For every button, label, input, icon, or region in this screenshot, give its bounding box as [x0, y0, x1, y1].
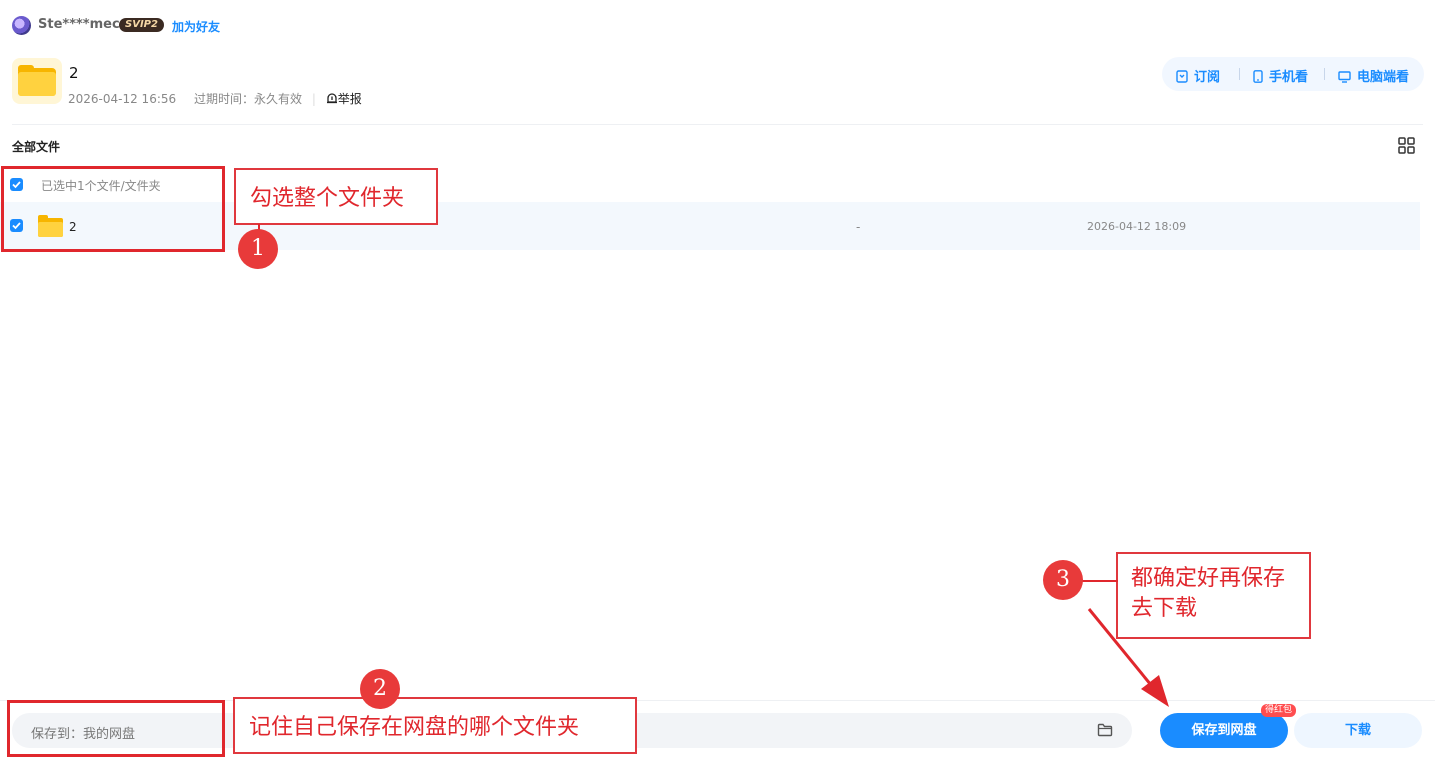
subscribe-label: 订阅	[1194, 70, 1221, 85]
annotation-box-path	[7, 700, 225, 757]
annotation-note-select: 勾选整个文件夹	[234, 168, 438, 225]
file-date: 2026-04-12 18:09	[1087, 220, 1187, 233]
bookmark-icon	[1176, 70, 1188, 83]
share-expire: 过期时间：永久有效	[193, 92, 302, 106]
annotation-number-1: 1	[238, 229, 278, 269]
vip-badge: SVIP2	[119, 18, 164, 32]
share-title: 2	[69, 64, 79, 82]
add-friend-link[interactable]: 加为好友	[172, 18, 220, 35]
annotation-number-2: 2	[360, 669, 400, 709]
phone-icon	[1253, 70, 1263, 83]
divider	[12, 124, 1423, 125]
breadcrumb[interactable]: 全部文件	[12, 138, 60, 155]
annotation-box-select	[1, 166, 225, 252]
monitor-icon	[1338, 71, 1351, 83]
folder-outline-icon[interactable]	[1097, 723, 1113, 737]
red-packet-badge: 得红包	[1261, 704, 1297, 717]
file-size: -	[856, 220, 861, 234]
save-to-disk-button[interactable]: 保存到网盘	[1160, 713, 1288, 748]
download-button[interactable]: 下载	[1294, 713, 1422, 748]
subscribe-button[interactable]: 订阅	[1176, 66, 1220, 85]
phone-view-button[interactable]: 手机看	[1253, 66, 1308, 85]
annotation-connector	[1080, 580, 1118, 582]
phone-view-label: 手机看	[1269, 70, 1309, 85]
annotation-number-3: 3	[1043, 560, 1083, 600]
annotation-arrow-icon	[1087, 608, 1169, 707]
report-label: 举报	[337, 92, 362, 106]
report-icon	[326, 93, 337, 104]
annotation-note-save-line1: 都确定好再保存	[1131, 566, 1286, 591]
annotation-note-path: 记住自己保存在网盘的哪个文件夹	[233, 697, 637, 754]
desktop-view-button[interactable]: 电脑端看	[1338, 66, 1409, 85]
avatar[interactable]	[12, 16, 31, 35]
report-button[interactable]: 举报	[326, 92, 362, 106]
share-meta: 2026-04-12 16:56 过期时间：永久有效 | 举报	[68, 92, 362, 106]
username[interactable]: Ste****mecn	[38, 17, 129, 32]
desktop-view-label: 电脑端看	[1357, 70, 1410, 85]
share-created-date: 2026-04-12 16:56	[68, 92, 177, 106]
share-actions: 订阅 手机看 电脑端看	[1162, 57, 1424, 91]
folder-icon	[12, 58, 62, 104]
grid-view-icon[interactable]	[1398, 137, 1415, 154]
